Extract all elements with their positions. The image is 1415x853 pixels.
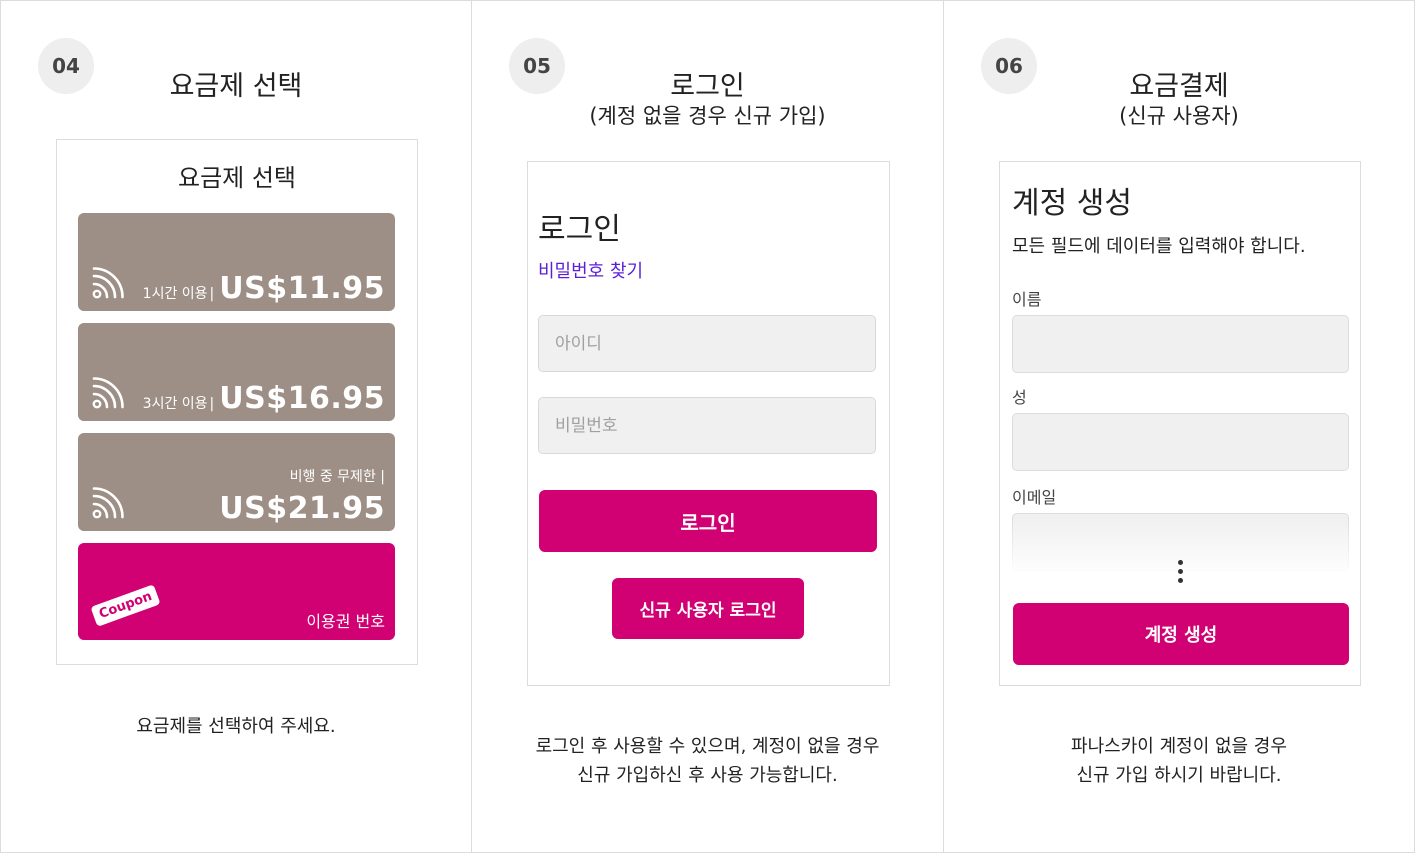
plan-price: US$16.95 <box>219 381 385 416</box>
plan-separator: | <box>209 286 215 302</box>
step-subtitle: (계정 없을 경우 신규 가입) <box>589 104 826 128</box>
coupon-label: 이용권 번호 <box>306 612 385 631</box>
screen-title: 로그인 <box>538 212 621 247</box>
new-user-login-button[interactable]: 신규 사용자 로그인 <box>612 578 804 639</box>
phone-screen-login: 로그인 비밀번호 찾기 로그인 신규 사용자 로그인 <box>527 161 890 686</box>
step-title: 로그인 <box>670 71 745 102</box>
email-label: 이메일 <box>1012 488 1057 507</box>
forgot-password-link[interactable]: 비밀번호 찾기 <box>538 257 643 283</box>
id-input[interactable] <box>538 315 876 372</box>
plan-card-3-hours[interactable]: 3시간 이용 | US$16.95 <box>78 323 395 421</box>
description-line: 신규 가입하신 후 사용 가능합니다. <box>577 765 838 786</box>
plan-duration: 1시간 이용 <box>142 286 208 302</box>
guide-panels: 04 요금제 선택 요금제 선택 1시간 이용 | US$11.95 3시간 이… <box>0 0 1415 853</box>
wifi-icon <box>92 377 124 409</box>
description-line: 신규 가입 하시기 바랍니다. <box>1076 765 1282 786</box>
step-description: 파나스카이 계정이 없을 경우 신규 가입 하시기 바랍니다. <box>944 732 1414 790</box>
plan-card-1-hour[interactable]: 1시간 이용 | US$11.95 <box>78 213 395 311</box>
screen-title: 계정 생성 <box>1012 186 1132 221</box>
first-name-field[interactable] <box>1012 315 1349 373</box>
step-subtitle: (신규 사용자) <box>1119 104 1239 128</box>
step-title: 요금결제 <box>1129 71 1229 102</box>
description-line: 파나스카이 계정이 없을 경우 <box>1071 736 1287 757</box>
wifi-icon <box>92 267 124 299</box>
plan-separator: | <box>209 396 215 412</box>
screen-title: 요금제 선택 <box>177 164 297 192</box>
step-panel-06: 06 요금결제 (신규 사용자) 계정 생성 모든 필드에 데이터를 입력해야 … <box>943 0 1415 853</box>
description-line: 요금제를 선택하여 주세요. <box>136 716 336 737</box>
phone-screen-plan-select: 요금제 선택 1시간 이용 | US$11.95 3시간 이용 | US$16.… <box>56 139 418 665</box>
plan-card-unlimited[interactable]: 비행 중 무제한 | US$21.95 <box>78 433 395 531</box>
last-name-field[interactable] <box>1012 413 1349 471</box>
step-description: 로그인 후 사용할 수 있으며, 계정이 없을 경우 신규 가입하신 후 사용 … <box>472 732 943 790</box>
step-description: 요금제를 선택하여 주세요. <box>1 712 471 741</box>
first-name-label: 이름 <box>1012 290 1042 309</box>
more-vertical-icon <box>1176 560 1184 587</box>
coupon-icon: Coupon <box>90 584 161 627</box>
step-title: 요금제 선택 <box>169 71 303 102</box>
required-fields-note: 모든 필드에 데이터를 입력해야 합니다. <box>1012 236 1306 257</box>
description-line: 로그인 후 사용할 수 있으며, 계정이 없을 경우 <box>535 736 880 757</box>
create-account-button[interactable]: 계정 생성 <box>1013 603 1349 665</box>
plan-duration: 비행 중 무제한 | <box>289 469 385 485</box>
step-panel-05: 05 로그인 (계정 없을 경우 신규 가입) 로그인 비밀번호 찾기 로그인 … <box>471 0 944 853</box>
plan-price: US$21.95 <box>219 491 385 526</box>
plan-price: US$11.95 <box>219 271 385 306</box>
last-name-label: 성 <box>1012 388 1027 407</box>
phone-screen-create-account: 계정 생성 모든 필드에 데이터를 입력해야 합니다. 이름 성 이메일 계정 … <box>999 161 1361 686</box>
coupon-card[interactable]: Coupon 이용권 번호 <box>78 543 395 640</box>
plan-duration: 3시간 이용 <box>142 396 208 412</box>
login-button[interactable]: 로그인 <box>539 490 877 552</box>
wifi-icon <box>92 487 124 519</box>
step-panel-04: 04 요금제 선택 요금제 선택 1시간 이용 | US$11.95 3시간 이… <box>0 0 472 853</box>
password-input[interactable] <box>538 397 876 454</box>
